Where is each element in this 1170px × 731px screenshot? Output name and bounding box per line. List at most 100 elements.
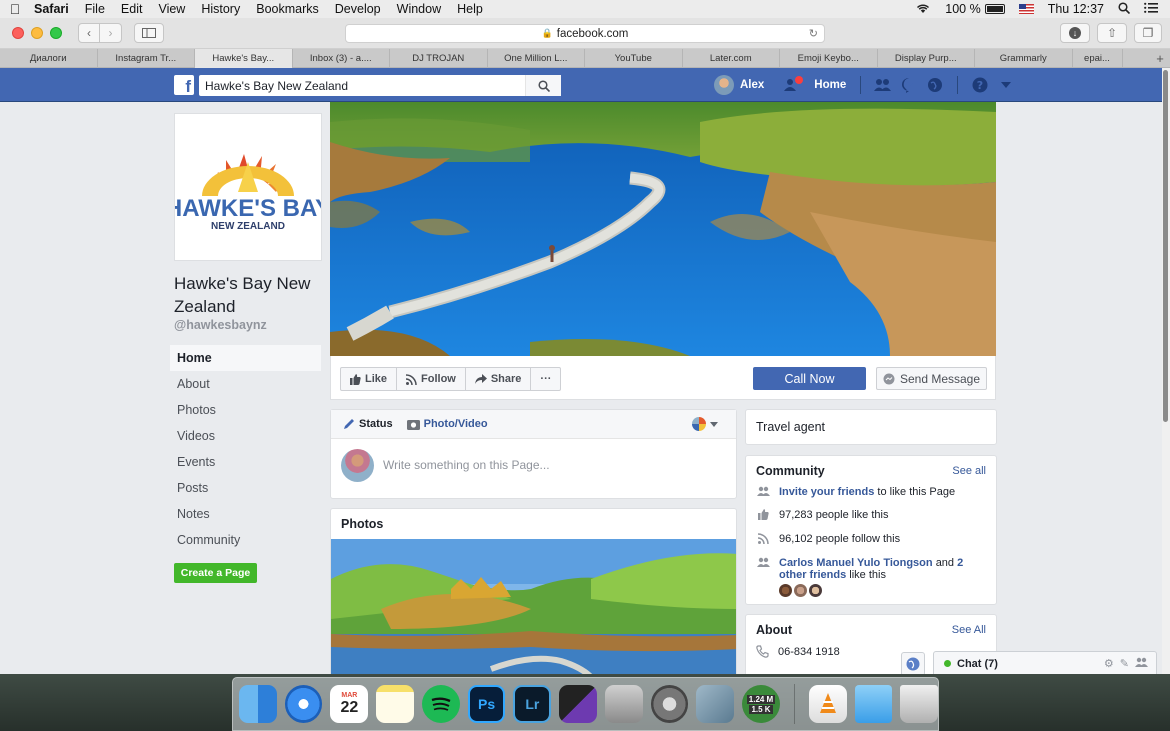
composer-body[interactable]: Write something on this Page... <box>331 439 736 499</box>
apple-icon[interactable]:  <box>0 1 30 17</box>
menu-file[interactable]: File <box>77 2 113 16</box>
nav-item-notes[interactable]: Notes <box>170 501 321 527</box>
find-friends-icon[interactable] <box>873 75 893 95</box>
create-page-button[interactable]: Create a Page <box>174 563 257 583</box>
menu-window[interactable]: Window <box>389 2 449 16</box>
messenger-icon[interactable] <box>899 75 919 95</box>
chat-sidebar-bar[interactable]: Chat (7) ⚙ ✎ <box>933 651 1157 674</box>
user-avatar[interactable] <box>714 75 734 95</box>
user-name-link[interactable]: Alex <box>740 79 764 91</box>
menu-history[interactable]: History <box>193 2 248 16</box>
safari-icon[interactable] <box>284 685 323 723</box>
finder-icon[interactable] <box>239 685 277 723</box>
gear-icon[interactable]: ⚙ <box>1104 657 1114 670</box>
calendar-icon[interactable]: MAR 22 <box>330 685 369 723</box>
tab-display-purposes[interactable]: Display Purp... <box>878 49 975 68</box>
about-see-all-link[interactable]: See All <box>952 624 986 636</box>
profile-picture[interactable]: HAWKE'S BAY NEW ZEALAND <box>165 113 331 261</box>
menu-app-safari[interactable]: Safari <box>30 2 77 16</box>
applications-folder-icon[interactable] <box>854 685 893 723</box>
menu-help[interactable]: Help <box>449 2 491 16</box>
page-scrollbar[interactable] <box>1162 68 1170 674</box>
like-button[interactable]: Like <box>341 368 398 390</box>
group-icon[interactable] <box>1135 657 1148 670</box>
minimize-window-button[interactable] <box>31 27 43 39</box>
facebook-logo-icon[interactable]: f <box>174 75 194 95</box>
battery-status[interactable]: 100 % <box>945 2 1005 16</box>
call-now-button[interactable]: Call Now <box>753 367 866 390</box>
vlc-file-icon[interactable] <box>808 685 847 723</box>
search-input[interactable]: Hawke's Bay New Zealand <box>199 79 525 93</box>
nav-item-community[interactable]: Community <box>170 527 321 553</box>
search-field[interactable]: Hawke's Bay New Zealand <box>199 75 561 96</box>
page-category[interactable]: Travel agent <box>756 420 825 434</box>
account-menu-caret-icon[interactable] <box>996 75 1016 95</box>
tab-grammarly[interactable]: Grammarly <box>975 49 1073 68</box>
friend-avatar[interactable] <box>809 584 822 597</box>
notes-icon[interactable] <box>376 685 414 723</box>
menu-bookmarks[interactable]: Bookmarks <box>248 2 327 16</box>
tabs-overview-button[interactable]: ❐ <box>1134 23 1162 43</box>
more-options-button[interactable]: ··· <box>531 368 560 390</box>
tab-emoji-keyboard[interactable]: Emoji Keybo... <box>780 49 878 68</box>
status-tab[interactable]: Status <box>343 418 393 430</box>
nav-item-about[interactable]: About <box>170 371 321 397</box>
menu-edit[interactable]: Edit <box>113 2 151 16</box>
photo-video-tab[interactable]: Photo/Video <box>406 418 488 430</box>
tab-one-million[interactable]: One Million L... <box>488 49 585 68</box>
tab-repair[interactable]: epai... <box>1073 49 1123 68</box>
search-button[interactable] <box>525 75 561 96</box>
tab-later[interactable]: Later.com <box>683 49 780 68</box>
navicat-icon[interactable] <box>696 685 735 723</box>
photos-title[interactable]: Photos <box>331 509 736 539</box>
spotify-icon[interactable] <box>421 685 460 723</box>
tab-hawkes-bay[interactable]: Hawke's Bay... <box>195 49 293 68</box>
help-icon[interactable]: ? <box>970 75 990 95</box>
menu-develop[interactable]: Develop <box>327 2 389 16</box>
about-title[interactable]: About <box>756 623 792 637</box>
share-page-button[interactable]: Share <box>466 368 532 390</box>
photo-thumbnail[interactable] <box>331 539 736 674</box>
page-title[interactable]: Hawke's Bay New Zealand <box>174 272 324 318</box>
spotlight-icon[interactable] <box>1118 1 1131 17</box>
tab-dj-trojan[interactable]: DJ TROJAN <box>390 49 488 68</box>
invite-friends-link[interactable]: Invite your friends <box>779 486 874 498</box>
zoom-window-button[interactable] <box>50 27 62 39</box>
screenshot-icon[interactable] <box>604 685 643 723</box>
page-handle[interactable]: @hawkesbaynz <box>174 318 267 332</box>
wifi-icon[interactable] <box>915 2 931 17</box>
composer-input[interactable]: Write something on this Page... <box>383 458 550 472</box>
phone-number[interactable]: 06-834 1918 <box>778 646 840 658</box>
nav-item-events[interactable]: Events <box>170 449 321 475</box>
tab-inbox[interactable]: Inbox (3) - a.... <box>293 49 390 68</box>
send-message-button[interactable]: Send Message <box>876 367 987 390</box>
close-window-button[interactable] <box>12 27 24 39</box>
community-title[interactable]: Community <box>756 464 825 478</box>
final-cut-icon[interactable] <box>559 685 597 723</box>
tab-dialogs[interactable]: Диалоги <box>0 49 98 68</box>
post-as-selector[interactable] <box>692 417 718 431</box>
system-preferences-icon[interactable] <box>650 685 689 723</box>
home-link[interactable]: Home <box>814 79 846 91</box>
new-tab-button[interactable]: + <box>1150 49 1170 67</box>
friend-avatar[interactable] <box>794 584 807 597</box>
share-button[interactable]: ⇧ <box>1097 23 1127 43</box>
back-button[interactable]: ‹ <box>78 23 100 43</box>
scrollbar-thumb[interactable] <box>1163 70 1168 422</box>
reload-icon[interactable]: ↻ <box>809 27 818 40</box>
clock[interactable]: Thu 12:37 <box>1048 2 1104 16</box>
nav-item-photos[interactable]: Photos <box>170 397 321 423</box>
friend-name-link[interactable]: Carlos Manuel Yulo Tiongson <box>779 557 933 569</box>
address-bar[interactable]: 🔒 facebook.com ↻ <box>345 24 825 43</box>
forward-button[interactable]: › <box>100 23 122 43</box>
sidebar-toggle-button[interactable] <box>134 23 164 43</box>
network-meter-icon[interactable]: 1.24 M 1.5 K <box>742 685 780 723</box>
friend-requests-icon[interactable] <box>782 75 804 95</box>
trash-icon[interactable] <box>900 685 939 723</box>
tab-youtube[interactable]: YouTube <box>585 49 683 68</box>
photoshop-icon[interactable]: Ps <box>467 685 506 723</box>
nav-item-videos[interactable]: Videos <box>170 423 321 449</box>
tab-instagram[interactable]: Instagram Tr... <box>98 49 195 68</box>
us-flag-icon[interactable] <box>1018 4 1034 14</box>
notifications-globe-icon[interactable] <box>925 75 945 95</box>
